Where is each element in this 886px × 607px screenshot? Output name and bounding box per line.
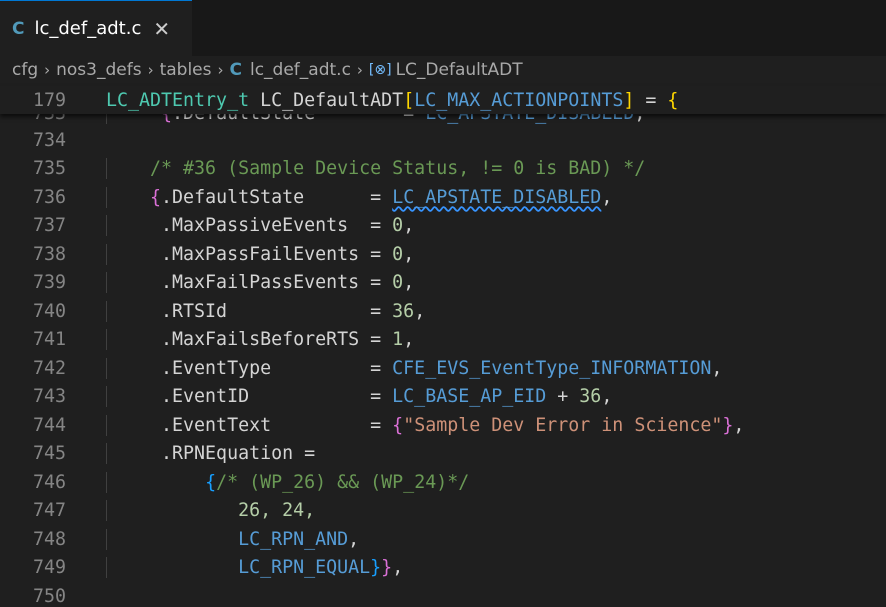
line-number: 738 xyxy=(32,243,66,265)
sticky-scroll-line[interactable]: 179 LC_ADTEntry_t LC_DefaultADT[LC_MAX_A… xyxy=(0,86,886,114)
code-editor[interactable]: 733 {.DefaultState = LC_APSTATE_DISABLED… xyxy=(0,112,886,607)
sticky-type: LC_ADTEntry_t xyxy=(106,89,250,111)
line-number: 737 xyxy=(32,215,66,237)
code-line[interactable]: 737 .MaxPassiveEvents = 0, xyxy=(0,212,886,241)
code-line[interactable]: 748 LC_RPN_AND, xyxy=(0,525,886,554)
sticky-size: LC_MAX_ACTIONPOINTS xyxy=(414,89,624,111)
tab-bar: C lc_def_adt.c ✕ xyxy=(0,0,886,56)
code-line[interactable]: 744 .EventText = {"Sample Dev Error in S… xyxy=(0,411,886,440)
line-number: 745 xyxy=(32,443,66,465)
sticky-open-bracket: [ xyxy=(403,89,415,111)
code-line[interactable]: 742 .EventType = CFE_EVS_EventType_INFOR… xyxy=(0,354,886,383)
breadcrumb-tables[interactable]: tables xyxy=(160,60,212,80)
tab-lc-def-adt[interactable]: C lc_def_adt.c ✕ xyxy=(0,0,192,56)
line-number: 743 xyxy=(32,386,66,408)
line-number: 746 xyxy=(32,471,66,493)
c-file-icon: C xyxy=(229,60,242,80)
code-comment: /* #36 (Sample Device Status, != 0 is BA… xyxy=(150,158,646,180)
c-file-icon: C xyxy=(12,18,25,39)
code-line[interactable]: 739 .MaxFailPassEvents = 0, xyxy=(0,269,886,298)
sticky-brace: { xyxy=(667,89,679,111)
sticky-rest: = xyxy=(634,89,668,111)
tab-title: lc_def_adt.c xyxy=(34,18,142,39)
code-line[interactable]: 738 .MaxPassFailEvents = 0, xyxy=(0,240,886,269)
breadcrumb-nos3-defs[interactable]: nos3_defs xyxy=(56,60,141,80)
sticky-close-bracket: ] xyxy=(623,89,635,111)
code-line[interactable]: 749 LC_RPN_EQUAL}}, xyxy=(0,554,886,583)
line-number: 744 xyxy=(32,414,66,436)
code-line[interactable]: 750 xyxy=(0,582,886,607)
line-number: 734 xyxy=(32,129,66,151)
line-number: 748 xyxy=(32,528,66,550)
line-number: 740 xyxy=(32,300,66,322)
code-line[interactable]: 735 /* #36 (Sample Device Status, != 0 i… xyxy=(0,155,886,184)
breadcrumb: cfg › nos3_defs › tables › C lc_def_adt.… xyxy=(0,56,886,84)
chevron-right-icon: › xyxy=(217,61,224,79)
chevron-right-icon: › xyxy=(147,61,154,79)
breadcrumb-symbol[interactable]: LC_DefaultADT xyxy=(396,60,523,80)
code-line[interactable]: 734 xyxy=(0,126,886,155)
chevron-right-icon: › xyxy=(356,61,363,79)
line-number: 741 xyxy=(32,329,66,351)
line-number: 736 xyxy=(32,186,66,208)
line-number: 742 xyxy=(32,357,66,379)
code-line[interactable]: 743 .EventID = LC_BASE_AP_EID + 36, xyxy=(0,383,886,412)
variable-symbol-icon: [⊗] xyxy=(368,62,392,78)
breadcrumb-file[interactable]: lc_def_adt.c xyxy=(250,60,351,80)
line-number: 179 xyxy=(32,89,66,111)
code-line[interactable]: 747 26, 24, xyxy=(0,497,886,526)
line-number: 735 xyxy=(32,158,66,180)
sticky-name: LC_DefaultADT xyxy=(260,89,404,111)
line-number: 747 xyxy=(32,500,66,522)
line-number: 739 xyxy=(32,272,66,294)
code-line[interactable]: 746 {/* (WP_26) && (WP_24)*/ xyxy=(0,468,886,497)
line-number: 750 xyxy=(32,585,66,607)
line-number: 749 xyxy=(32,557,66,579)
code-line[interactable]: 736 {.DefaultState = LC_APSTATE_DISABLED… xyxy=(0,183,886,212)
sticky-code: LC_ADTEntry_t LC_DefaultADT[LC_MAX_ACTIO… xyxy=(106,90,886,111)
close-icon[interactable]: ✕ xyxy=(153,17,170,41)
code-line[interactable]: 745 .RPNEquation = xyxy=(0,440,886,469)
breadcrumb-cfg[interactable]: cfg xyxy=(12,60,38,80)
code-line[interactable]: 740 .RTSId = 36, xyxy=(0,297,886,326)
code-line[interactable]: 741 .MaxFailsBeforeRTS = 1, xyxy=(0,326,886,355)
chevron-right-icon: › xyxy=(44,61,51,79)
